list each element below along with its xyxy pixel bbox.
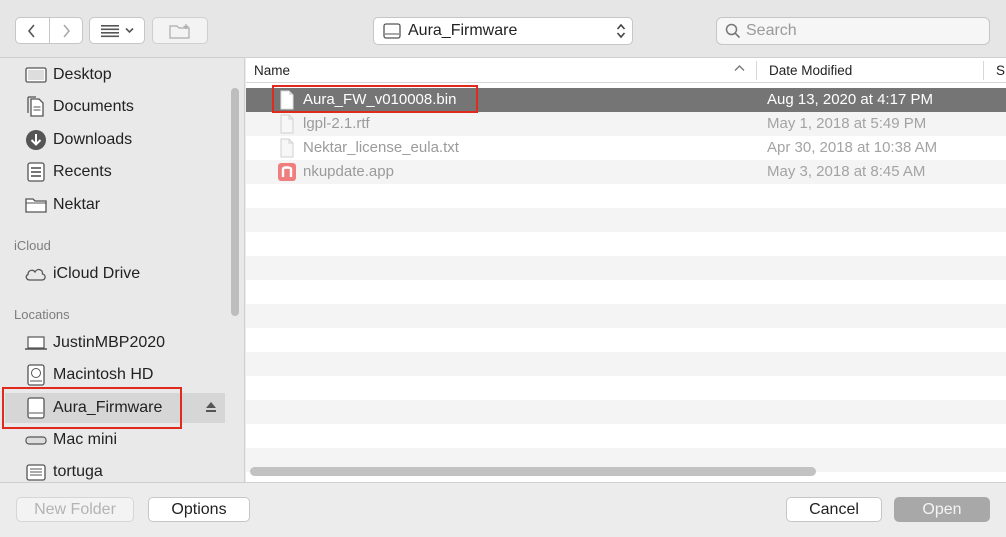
back-button[interactable] (16, 18, 49, 43)
sidebar-item-label: JustinMBP2020 (53, 334, 166, 351)
document-icon (280, 114, 294, 134)
sidebar-item-label: tortuga (53, 463, 103, 480)
sidebar-item-justinmbp2020[interactable]: JustinMBP2020 (0, 328, 228, 358)
file-date: May 3, 2018 at 8:45 AM (767, 163, 926, 180)
file-name: Aura_FW_v010008.bin (303, 91, 457, 108)
cancel-button[interactable]: Cancel (786, 497, 882, 522)
sidebar-item-tortuga[interactable]: tortuga (0, 457, 228, 482)
external-drive-icon (383, 23, 401, 39)
sidebar-item-label: iCloud Drive (53, 265, 141, 282)
table-row[interactable]: Aura_FW_v010008.bin Aug 13, 2020 at 4:17… (246, 88, 1006, 112)
downloads-icon (24, 129, 48, 151)
empty-row (246, 232, 1006, 256)
table-row[interactable]: lgpl-2.1.rtf May 1, 2018 at 5:49 PM (246, 112, 1006, 136)
sidebar-heading-icloud: iCloud (14, 238, 51, 253)
chevron-left-icon (28, 23, 35, 38)
forward-button[interactable] (48, 18, 83, 43)
sidebar-item-label: Desktop (53, 66, 112, 83)
file-date: May 1, 2018 at 5:49 PM (767, 115, 927, 132)
table-row[interactable]: Nektar_license_eula.txt Apr 30, 2018 at … (246, 136, 1006, 160)
search-field[interactable] (716, 17, 990, 45)
empty-row (246, 400, 1006, 424)
view-mode-button[interactable] (89, 17, 145, 44)
chevron-right-icon (63, 23, 70, 38)
column-size[interactable]: S (996, 63, 1005, 78)
network-drive-icon (24, 461, 48, 482)
bottom-bar: New Folder Options Cancel Open (0, 482, 1006, 537)
sidebar-item-macintosh-hd[interactable]: Macintosh HD (0, 360, 228, 390)
sidebar-item-documents[interactable]: Documents (0, 92, 228, 122)
sidebar-item-label: Aura_Firmware (53, 399, 163, 416)
column-divider[interactable] (756, 61, 757, 80)
column-date-modified[interactable]: Date Modified (769, 63, 852, 78)
location-popup[interactable]: Aura_Firmware (373, 17, 633, 45)
file-name: lgpl-2.1.rtf (303, 115, 370, 132)
file-date: Apr 30, 2018 at 10:38 AM (767, 139, 938, 156)
empty-row (246, 256, 1006, 280)
file-name: Nektar_license_eula.txt (303, 139, 459, 156)
options-button[interactable]: Options (148, 497, 250, 522)
toolbar: Aura_Firmware (0, 0, 1006, 58)
empty-row (246, 184, 1006, 208)
search-icon (725, 23, 741, 39)
sidebar-item-downloads[interactable]: Downloads (0, 125, 228, 155)
laptop-icon (24, 332, 48, 354)
documents-icon (24, 96, 48, 118)
document-icon (280, 138, 294, 158)
file-list: Name Date Modified S Aura_FW_v010008.bin… (246, 58, 1006, 482)
external-drive-icon (24, 397, 48, 419)
chevron-down-icon (124, 27, 134, 34)
sidebar-item-label: Recents (53, 163, 112, 180)
eject-icon[interactable] (205, 401, 217, 413)
sidebar: Desktop Documents Downloads Recents Nekt… (0, 58, 245, 482)
cloud-icon (24, 263, 48, 285)
list-view-icon (100, 24, 119, 37)
mac-mini-icon (24, 429, 48, 451)
empty-row (246, 352, 1006, 376)
folder-icon (24, 194, 48, 216)
sidebar-item-nektar[interactable]: Nektar (0, 190, 228, 220)
table-row[interactable]: nkupdate.app May 3, 2018 at 8:45 AM (246, 160, 1006, 184)
sidebar-item-desktop[interactable]: Desktop (0, 60, 228, 90)
harddisk-icon (24, 364, 48, 386)
column-name[interactable]: Name (254, 63, 290, 78)
file-name: nkupdate.app (303, 163, 394, 180)
empty-row (246, 424, 1006, 448)
nav-buttons (15, 17, 83, 44)
sidebar-item-label: Documents (53, 98, 134, 115)
sidebar-item-aura-firmware[interactable]: Aura_Firmware (5, 393, 225, 423)
updown-chevron-icon (616, 23, 626, 39)
open-button[interactable]: Open (894, 497, 990, 522)
sidebar-item-label: Macintosh HD (53, 366, 154, 383)
sidebar-item-label: Nektar (53, 196, 101, 213)
sidebar-item-recents[interactable]: Recents (0, 157, 228, 187)
empty-row (246, 376, 1006, 400)
toolbar-new-folder-button[interactable] (152, 17, 208, 44)
sidebar-item-mac-mini[interactable]: Mac mini (0, 425, 228, 455)
file-rows: Aura_FW_v010008.bin Aug 13, 2020 at 4:17… (246, 88, 1006, 472)
location-label: Aura_Firmware (408, 22, 518, 39)
sidebar-item-label: Mac mini (53, 431, 118, 448)
document-icon (280, 90, 294, 110)
search-input[interactable] (746, 22, 986, 40)
sidebar-item-icloud-drive[interactable]: iCloud Drive (0, 259, 228, 289)
new-folder-icon (169, 23, 190, 39)
recents-icon (24, 161, 48, 183)
file-date: Aug 13, 2020 at 4:17 PM (767, 91, 933, 108)
empty-row (246, 280, 1006, 304)
sort-ascending-icon (734, 65, 745, 71)
horizontal-scrollbar[interactable] (250, 467, 816, 476)
sidebar-scrollbar[interactable] (231, 88, 239, 316)
desktop-icon (24, 64, 48, 86)
empty-row (246, 328, 1006, 352)
empty-row (246, 208, 1006, 232)
sidebar-item-label: Downloads (53, 131, 133, 148)
sidebar-heading-locations: Locations (14, 307, 70, 322)
new-folder-button[interactable]: New Folder (16, 497, 134, 522)
column-header: Name Date Modified S (246, 58, 1006, 83)
empty-row (246, 304, 1006, 328)
app-icon (278, 163, 296, 181)
column-divider[interactable] (983, 61, 984, 80)
